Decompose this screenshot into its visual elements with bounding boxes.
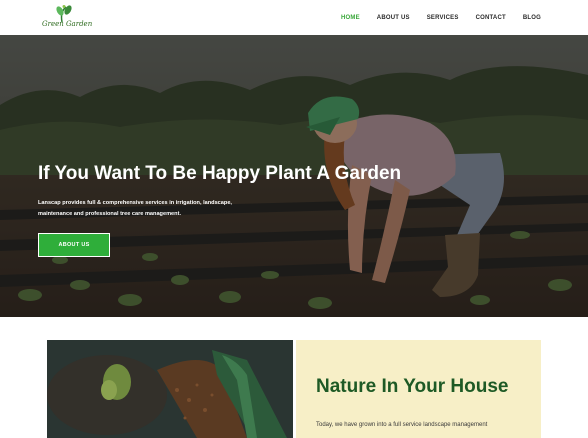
hero-description: Lanscap provides full & comprehensive se… — [38, 200, 232, 217]
hero-title: If You Want To Be Happy Plant A Garden — [38, 163, 402, 184]
about-us-button[interactable]: ABOUT US — [38, 233, 110, 257]
about-panel: Nature In Your House Today, we have grow… — [296, 340, 541, 438]
soil-trowel-image — [47, 340, 293, 438]
about-title: Nature In Your House — [316, 376, 509, 397]
site-header: Green Garden HOME ABOUT US SERVICES CONT… — [0, 0, 588, 35]
soil-photo — [47, 340, 293, 438]
nav-contact[interactable]: CONTACT — [476, 15, 506, 21]
logo-text: Green Garden — [42, 20, 93, 28]
about-text: Today, we have grown into a full service… — [316, 422, 488, 428]
hero-section: If You Want To Be Happy Plant A Garden L… — [0, 35, 588, 317]
main-nav: HOME ABOUT US SERVICES CONTACT BLOG — [341, 0, 541, 35]
nav-blog[interactable]: BLOG — [523, 15, 541, 21]
site-logo[interactable]: Green Garden — [40, 4, 96, 32]
nav-services[interactable]: SERVICES — [427, 15, 459, 21]
nav-home[interactable]: HOME — [341, 15, 360, 21]
nav-about-us[interactable]: ABOUT US — [377, 15, 410, 21]
